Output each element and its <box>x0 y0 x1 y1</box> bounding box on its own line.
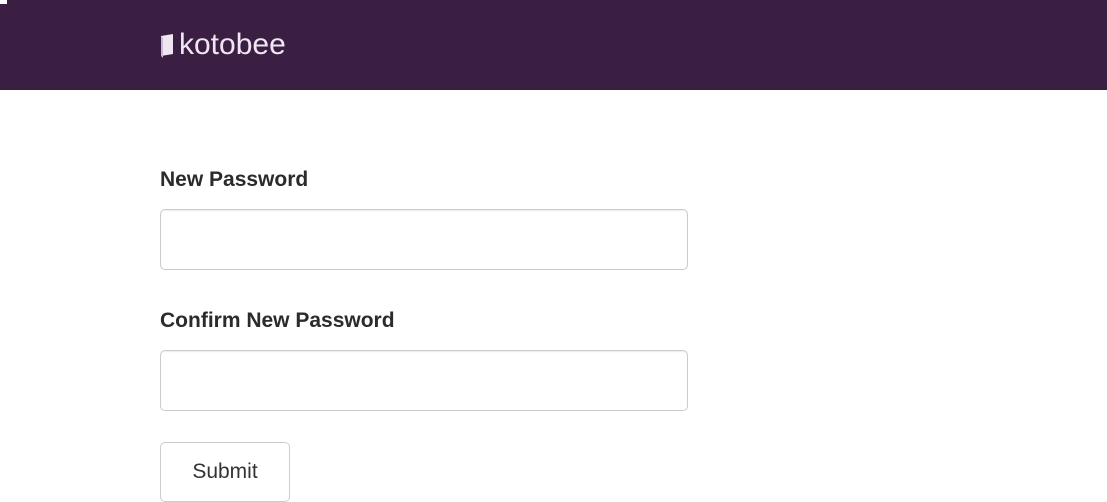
kotobee-logo[interactable]: kotobee <box>160 26 286 64</box>
book-icon <box>160 34 175 58</box>
submit-button[interactable]: Submit <box>160 442 290 502</box>
new-password-label: New Password <box>160 168 309 191</box>
top-header: kotobee <box>0 0 1107 90</box>
confirm-password-label: Confirm New Password <box>160 309 395 332</box>
confirm-password-field[interactable] <box>160 350 688 411</box>
header-corner <box>0 0 7 4</box>
new-password-field[interactable] <box>160 209 688 270</box>
logo-text: kotobee <box>179 28 286 61</box>
